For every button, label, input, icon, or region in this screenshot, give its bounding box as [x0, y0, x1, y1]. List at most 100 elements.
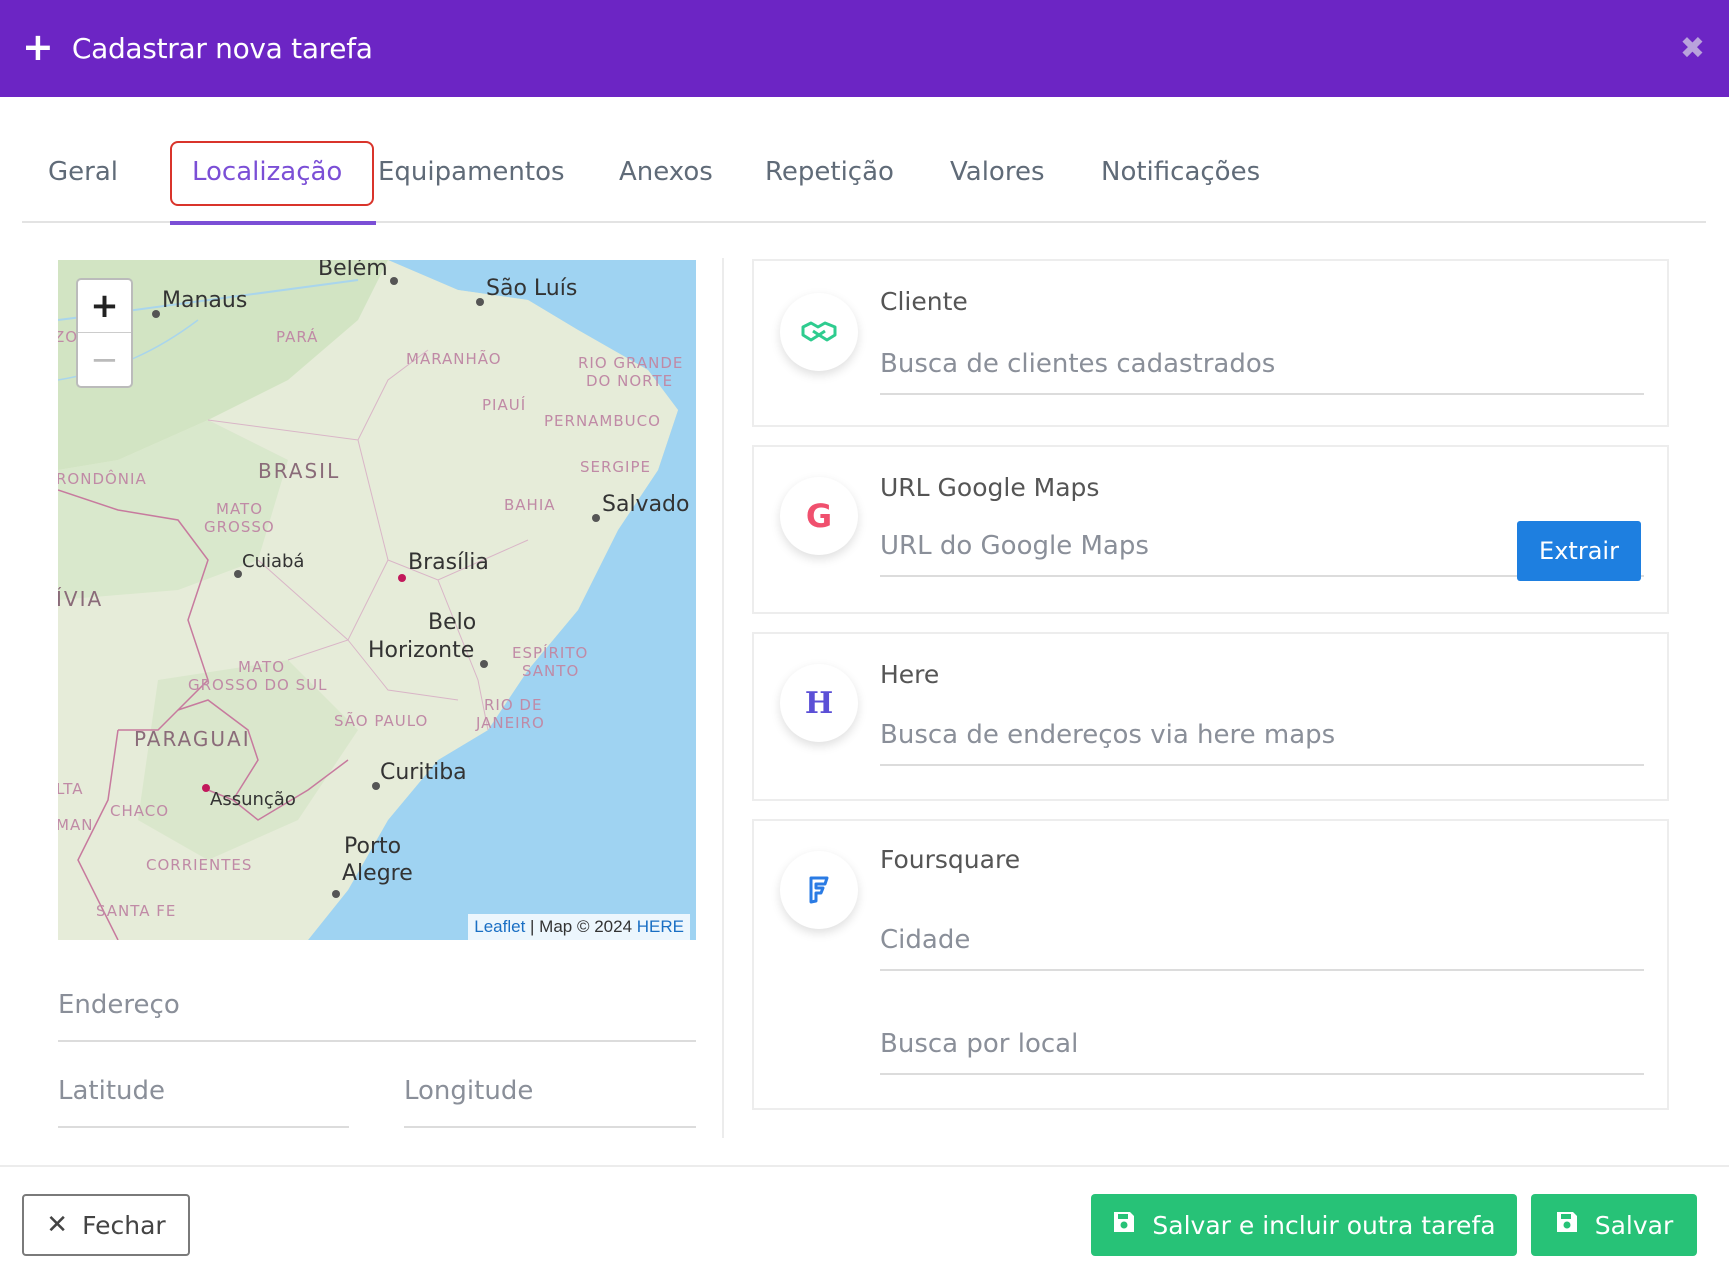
- here-icon: H: [780, 664, 858, 742]
- map-region-sergipe: SERGIPE: [580, 458, 651, 476]
- client-search-placeholder: Busca de clientes cadastrados: [880, 349, 1276, 379]
- map-region-maranhao: MARANHÃO: [406, 350, 502, 368]
- tab-repeticao[interactable]: Repetição: [765, 140, 894, 223]
- save-button[interactable]: Salvar: [1531, 1194, 1697, 1256]
- tab-active-underline: [170, 221, 376, 225]
- map-region-man: MAN: [58, 816, 94, 834]
- map-label-paraguai: PARAGUAI: [134, 727, 251, 751]
- foursquare-local-placeholder: Busca por local: [880, 1029, 1079, 1059]
- longitude-field[interactable]: Longitude: [404, 1076, 696, 1128]
- address-field[interactable]: Endereço: [58, 990, 696, 1042]
- here-search-input[interactable]: Busca de endereços via here maps: [880, 720, 1644, 766]
- map-region-santa-fe: SANTA FE: [96, 902, 177, 920]
- here-link[interactable]: HERE: [637, 917, 684, 936]
- map-label-porto-alegre-1: Porto: [344, 834, 402, 859]
- map-label-curitiba: Curitiba: [380, 760, 467, 785]
- tab-anexos[interactable]: Anexos: [619, 140, 713, 223]
- map-region-ms-2: GROSSO DO SUL: [188, 676, 328, 694]
- modal-header: + Cadastrar nova tarefa ✖: [0, 0, 1729, 97]
- map-region-piaui: PIAUÍ: [482, 396, 527, 414]
- map-label-manaus: Manaus: [162, 288, 248, 313]
- zoom-control: + −: [76, 278, 133, 388]
- modal-title: Cadastrar nova tarefa: [71, 32, 373, 65]
- footer-divider: [0, 1165, 1729, 1167]
- here-icon-letter: H: [804, 685, 834, 721]
- map-region-es-2: SANTO: [522, 662, 580, 680]
- map-dot-capital: [398, 574, 406, 582]
- map-region-mato-grosso-2: GROSSO: [204, 518, 275, 536]
- map-region-rn-1: RIO GRANDE: [578, 354, 684, 372]
- close-button[interactable]: ✕ Fechar: [22, 1194, 190, 1256]
- google-maps-card: G URL Google Maps URL do Google Maps Ext…: [752, 445, 1669, 614]
- map-dot: [234, 570, 242, 578]
- map-region-zo: ZO: [58, 328, 79, 346]
- map-region-chaco: CHACO: [110, 802, 170, 820]
- leaflet-link[interactable]: Leaflet: [474, 917, 525, 936]
- foursquare-label: Foursquare: [880, 845, 1021, 874]
- map-label-salvador: Salvado: [602, 492, 690, 517]
- zoom-out-button[interactable]: −: [78, 333, 131, 386]
- map-region-pernambuco: PERNAMBUCO: [544, 412, 661, 430]
- map-dot: [332, 890, 340, 898]
- map-attribution: Leaflet | Map © 2024 HERE: [468, 914, 690, 940]
- save-icon: [1555, 1210, 1579, 1240]
- map-label-bolivia: ÍVIA: [58, 587, 104, 611]
- google-maps-label: URL Google Maps: [880, 473, 1100, 502]
- close-icon[interactable]: ✖: [1680, 34, 1705, 64]
- column-divider: [722, 258, 724, 1138]
- tab-localizacao[interactable]: Localização: [170, 140, 376, 225]
- here-label: Here: [880, 660, 940, 689]
- map-region-ms-1: MATO: [238, 658, 286, 676]
- address-placeholder: Endereço: [58, 990, 180, 1020]
- attribution-text: | Map © 2024: [525, 917, 637, 936]
- map-label-sao-luis: São Luís: [486, 276, 578, 301]
- map-label-brasil: BRASIL: [258, 459, 341, 483]
- map-dot: [372, 782, 380, 790]
- tab-valores[interactable]: Valores: [950, 140, 1045, 223]
- map-region-sao-paulo: SÃO PAULO: [334, 712, 429, 730]
- foursquare-local-input[interactable]: Busca por local: [880, 1029, 1644, 1075]
- here-card: H Here Busca de endereços via here maps: [752, 632, 1669, 801]
- save-label: Salvar: [1594, 1210, 1674, 1240]
- here-search-placeholder: Busca de endereços via here maps: [880, 720, 1336, 750]
- map-region-rondonia: RONDÔNIA: [58, 470, 147, 488]
- tab-bar: Geral Localização Equipamentos Anexos Re…: [22, 140, 1706, 225]
- map-region-rn-2: DO NORTE: [586, 372, 674, 390]
- foursquare-city-input[interactable]: Cidade: [880, 925, 1644, 971]
- map-region-lta: LTA: [58, 780, 84, 798]
- foursquare-icon: [780, 851, 858, 929]
- tab-equipamentos[interactable]: Equipamentos: [378, 140, 565, 223]
- close-button-label: Fechar: [82, 1210, 166, 1240]
- latitude-field[interactable]: Latitude: [58, 1076, 349, 1128]
- google-icon: G: [780, 477, 858, 555]
- handshake-icon: [780, 293, 858, 371]
- map-dot: [480, 660, 488, 668]
- extract-button[interactable]: Extrair: [1517, 521, 1641, 581]
- tab-notificacoes[interactable]: Notificações: [1101, 140, 1260, 223]
- zoom-in-button[interactable]: +: [78, 280, 131, 333]
- tab-label: Localização: [192, 157, 343, 187]
- close-x-icon: ✕: [46, 1210, 69, 1240]
- map-region-bahia: BAHIA: [504, 496, 556, 514]
- client-label: Cliente: [880, 287, 968, 316]
- google-icon-letter: G: [805, 497, 833, 535]
- map-dot: [592, 514, 600, 522]
- map-dot-capital: [202, 784, 210, 792]
- map-view[interactable]: + − Belém Manaus São Luís Salvado Brasíl…: [58, 260, 696, 940]
- google-maps-url-placeholder: URL do Google Maps: [880, 531, 1149, 561]
- save-and-new-button[interactable]: Salvar e incluir outra tarefa: [1091, 1194, 1517, 1256]
- foursquare-city-placeholder: Cidade: [880, 925, 971, 955]
- map-region-para: PARÁ: [276, 328, 319, 346]
- client-card: Cliente Busca de clientes cadastrados: [752, 259, 1669, 427]
- map-label-belem: Belém: [318, 260, 388, 281]
- client-search-input[interactable]: Busca de clientes cadastrados: [880, 349, 1644, 395]
- map-label-belo-horizonte-2: Horizonte: [368, 638, 475, 663]
- map-label-porto-alegre-2: Alegre: [342, 861, 413, 886]
- map-label-assuncao: Assunção: [210, 789, 296, 810]
- map-dot: [152, 310, 160, 318]
- map-region-corrientes: CORRIENTES: [146, 856, 253, 874]
- tab-geral[interactable]: Geral: [48, 140, 118, 223]
- map-label-brasilia: Brasília: [408, 550, 489, 575]
- map-region-rj-1: RIO DE: [484, 696, 543, 714]
- foursquare-card: Foursquare Cidade Busca por local: [752, 819, 1669, 1110]
